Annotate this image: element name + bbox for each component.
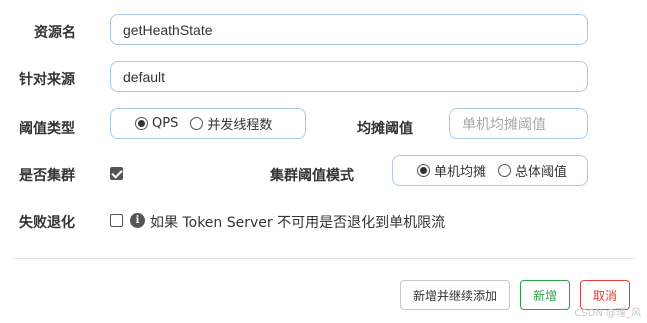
avg-threshold-label: 均摊阈值	[357, 121, 413, 137]
cluster-threshold-mode-label: 集群阈值模式	[270, 168, 354, 184]
threshold-type-radio-group: QPS 并发线程数	[110, 108, 306, 139]
fallback-checkbox[interactable]	[110, 214, 123, 227]
threshold-type-qps-option[interactable]: QPS	[135, 116, 178, 131]
fallback-label: 失败退化	[19, 215, 75, 231]
threshold-type-thread-option[interactable]: 并发线程数	[190, 114, 272, 133]
resource-name-label: 资源名	[34, 25, 76, 41]
radio-selected-icon[interactable]	[135, 117, 148, 130]
limit-app-input[interactable]	[110, 61, 588, 92]
watermark: CSDN @瑾_风	[574, 308, 641, 319]
add-and-continue-button[interactable]: 新增并继续添加	[400, 280, 510, 310]
threshold-type-label: 阈值类型	[19, 121, 75, 137]
limit-app-label: 针对来源	[19, 72, 75, 88]
info-icon: i	[130, 213, 145, 228]
add-button[interactable]: 新增	[520, 280, 570, 310]
threshold-type-qps-label: QPS	[152, 116, 179, 131]
cluster-mode-avg-label: 单机均摊	[434, 165, 487, 180]
threshold-type-thread-label: 并发线程数	[207, 118, 273, 133]
resource-name-input[interactable]	[110, 14, 588, 45]
cluster-mode-avg-option[interactable]: 单机均摊	[417, 161, 486, 180]
cluster-threshold-mode-radio-group: 单机均摊 总体阈值	[392, 155, 588, 186]
footer-divider	[12, 258, 636, 259]
radio-unselected-icon[interactable]	[190, 117, 204, 130]
radio-unselected-icon[interactable]	[498, 164, 512, 177]
cluster-mode-global-option[interactable]: 总体阈值	[498, 161, 567, 180]
avg-threshold-input[interactable]	[449, 108, 588, 139]
cluster-checkbox[interactable]	[110, 167, 123, 180]
fallback-hint: 如果 Token Server 不可用是否退化到单机限流	[150, 215, 446, 231]
cluster-label: 是否集群	[19, 168, 75, 184]
radio-selected-icon[interactable]	[417, 164, 430, 177]
cluster-mode-global-label: 总体阈值	[515, 165, 568, 180]
